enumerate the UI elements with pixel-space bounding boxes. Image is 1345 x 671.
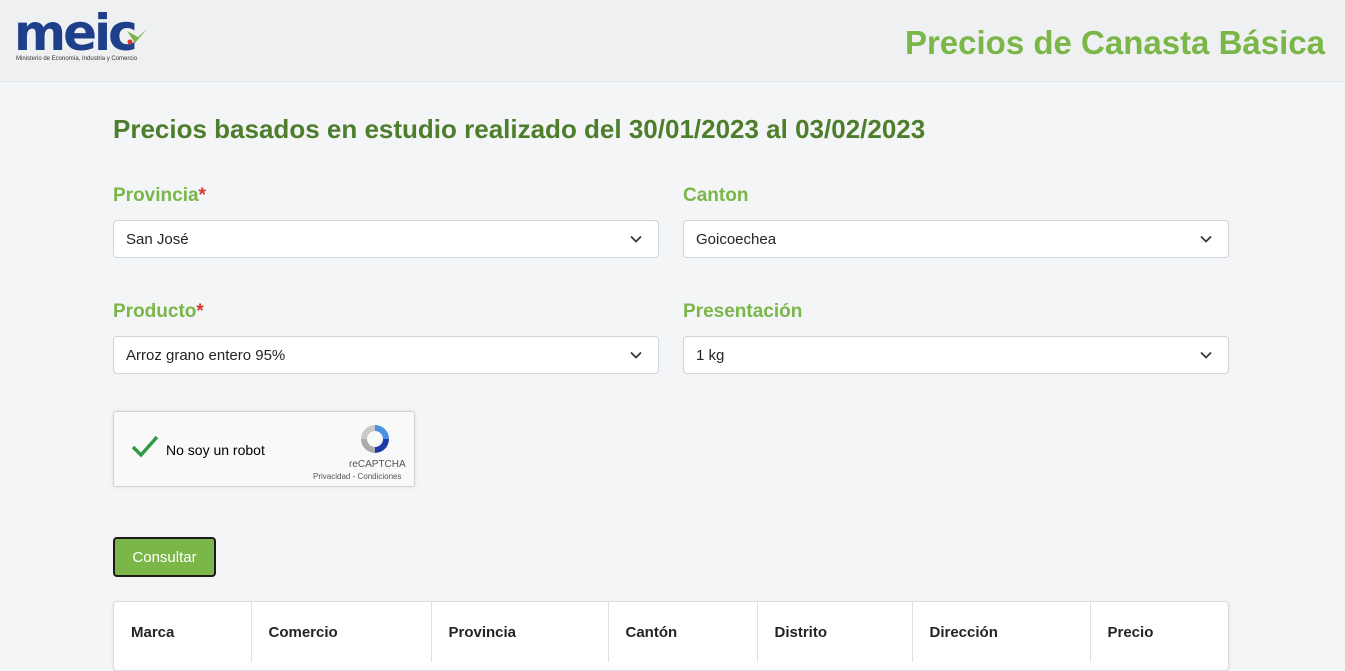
table-header-row: Marca Comercio Provincia Cantón Distrito…: [114, 602, 1228, 662]
column-header[interactable]: Distrito: [757, 602, 913, 662]
consultar-button[interactable]: Consultar: [113, 537, 216, 577]
chevron-down-icon: [1200, 351, 1212, 359]
column-header[interactable]: Marca: [114, 602, 252, 662]
meic-logo[interactable]: meic Ministerio de Economía, Industria y…: [14, 8, 154, 68]
recaptcha-widget: No soy un robot reCAPTCHA Privacidad - C…: [113, 411, 415, 487]
required-marker: *: [198, 185, 206, 206]
canton-label: Canton: [683, 185, 749, 206]
logo-tick-icon: [127, 29, 147, 45]
canton-select[interactable]: Goicoechea: [683, 220, 1229, 258]
recaptcha-logo-icon: [361, 425, 389, 453]
study-period-title: Precios basados en estudio realizado del…: [113, 114, 926, 144]
provincia-label: Provincia*: [113, 185, 206, 206]
column-header[interactable]: Dirección: [912, 602, 1091, 662]
recaptcha-label: No soy un robot: [166, 442, 265, 458]
required-marker: *: [196, 301, 204, 322]
producto-field: Producto* Arroz grano entero 95%: [113, 301, 659, 374]
canton-value: Goicoechea: [696, 231, 777, 248]
provincia-select[interactable]: San José: [113, 220, 659, 258]
logo-wordmark: meic: [14, 4, 138, 62]
logo-subtitle: Ministerio de Economía, Industria y Come…: [16, 56, 138, 62]
results-table: Marca Comercio Provincia Cantón Distrito…: [113, 601, 1229, 671]
checkmark-icon[interactable]: [130, 434, 160, 460]
producto-label: Producto*: [113, 301, 204, 322]
canton-field: Canton Goicoechea: [683, 185, 1229, 258]
app-title: Precios de Canasta Básica: [904, 24, 1325, 61]
presentacion-label: Presentación: [683, 301, 803, 322]
column-header[interactable]: Cantón: [608, 602, 758, 662]
provincia-field: Provincia* San José: [113, 185, 659, 258]
presentacion-value: 1 kg: [696, 347, 725, 364]
column-header[interactable]: Comercio: [251, 602, 432, 662]
producto-select[interactable]: Arroz grano entero 95%: [113, 336, 659, 374]
recaptcha-brand: reCAPTCHA: [349, 459, 406, 470]
column-header[interactable]: Precio: [1090, 602, 1228, 662]
provincia-value: San José: [126, 231, 189, 248]
column-header[interactable]: Provincia: [431, 602, 609, 662]
chevron-down-icon: [1200, 235, 1212, 243]
presentacion-field: Presentación 1 kg: [683, 301, 1229, 374]
page-header: meic Ministerio de Economía, Industria y…: [0, 0, 1345, 82]
chevron-down-icon: [630, 235, 642, 243]
producto-value: Arroz grano entero 95%: [126, 347, 286, 364]
presentacion-select[interactable]: 1 kg: [683, 336, 1229, 374]
chevron-down-icon: [630, 351, 642, 359]
results-grid: Marca Comercio Provincia Cantón Distrito…: [114, 602, 1228, 662]
recaptcha-links[interactable]: Privacidad - Condiciones: [313, 472, 402, 481]
